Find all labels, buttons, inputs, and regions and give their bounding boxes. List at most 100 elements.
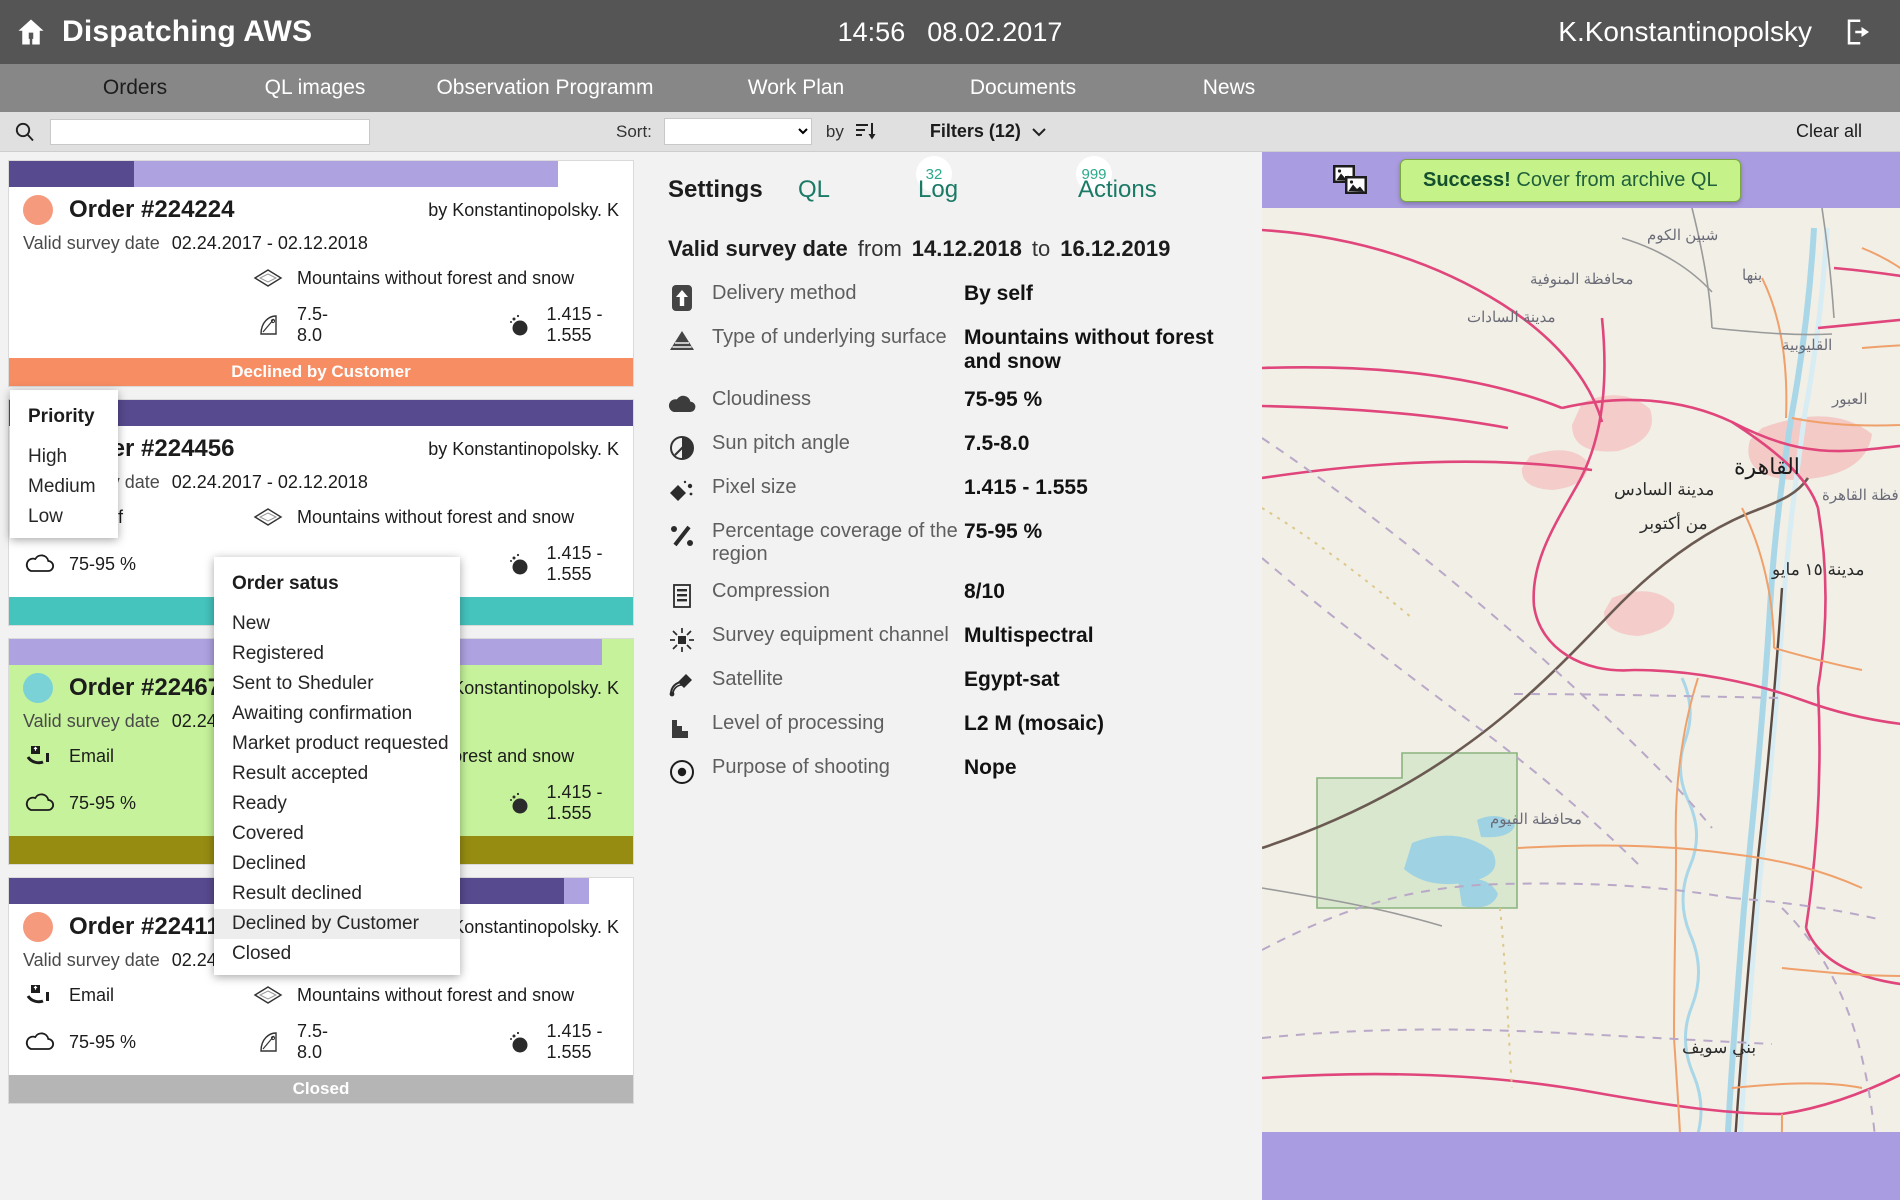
map-label: محافظة القاهرة (1822, 487, 1900, 504)
spec-label: Sun pitch angle (712, 432, 850, 455)
clock: 14:56 08.02.2017 (838, 17, 1063, 48)
order-sun-angle: 7.5-8.0 (251, 1021, 331, 1063)
status-menu-item-declined[interactable]: Declined (214, 849, 460, 879)
clock-time: 14:56 (837, 16, 906, 47)
spec-label: Purpose of shooting (712, 756, 890, 779)
order-sun-angle: 7.5-8.0 (251, 304, 331, 346)
order-surface: Mountains without forest and snow (251, 264, 619, 292)
cloud-icon (668, 388, 712, 418)
spec-row-percentage-coverage: Percentage coverage of the region 75-95 … (668, 520, 1262, 566)
nav-item-work-plan[interactable]: Work Plan (680, 64, 912, 112)
success-toast: Success! Cover from archive QL (1400, 158, 1741, 202)
filters-button[interactable]: Filters (12) (930, 121, 1047, 142)
map-label: شبين الكوم (1647, 227, 1719, 244)
order-date-label: Valid survey date (23, 711, 160, 731)
order-sun-angle-value: 7.5-8.0 (297, 1021, 329, 1062)
spec-label: Level of processing (712, 712, 885, 735)
status-menu-item-awaiting-confirmation[interactable]: Awaiting confirmation (214, 699, 460, 729)
pixel-size-icon (501, 1028, 535, 1056)
status-menu-item-covered[interactable]: Covered (214, 819, 460, 849)
map-canvas[interactable]: الزرقاء شبين الكوم محافظة المنوفية بنها … (1262, 208, 1900, 1132)
order-date-label: Valid survey date (23, 233, 160, 253)
valid-to-value[interactable]: 16.12.2019 (1060, 236, 1170, 262)
order-status-label: Declined by Customer (231, 362, 411, 381)
tab-actions[interactable]: Actions (1078, 176, 1157, 204)
images-icon[interactable] (1330, 162, 1372, 198)
spec-row-satellite: Satellite Egypt-sat (668, 668, 1262, 698)
priority-menu-item-medium[interactable]: Medium (10, 472, 118, 502)
spec-row-survey-equipment-channel: Survey equipment channel Multispectral (668, 624, 1262, 654)
status-menu-item-declined-by-customer[interactable]: Declined by Customer (214, 909, 460, 939)
spec-row-surface-type: Type of underlying surface Mountains wit… (668, 326, 1262, 374)
spec-label: Compression (712, 580, 830, 603)
priority-dot[interactable] (23, 673, 53, 703)
valid-from-keyword: from (857, 236, 902, 261)
nav-item-observation-programm[interactable]: Observation Programm (410, 64, 680, 112)
user-name[interactable]: K.Konstantinopolsky (1558, 16, 1812, 48)
map-label: مدينة السادس (1614, 480, 1715, 499)
status-menu-item-market-product-requested[interactable]: Market product requested (214, 729, 460, 759)
logout-icon[interactable] (1842, 15, 1876, 49)
status-menu-item-registered[interactable]: Registered (214, 639, 460, 669)
nav-item-documents[interactable]: Documents (912, 64, 1134, 112)
order-delivery-value: Email (69, 745, 115, 766)
nav-label: Documents (969, 76, 1077, 99)
filter-toolbar: Sort: by Filters (12) Clear all (0, 112, 1900, 152)
tab-settings[interactable]: Settings (668, 176, 798, 204)
order-status-dropdown-menu[interactable]: Order satus New Registered Sent to Shedu… (214, 557, 460, 975)
spec-row-pixel-size: Pixel size 1.415 - 1.555 (668, 476, 1262, 506)
cloud-icon (23, 550, 57, 578)
status-menu-item-result-declined[interactable]: Result declined (214, 879, 460, 909)
spec-label: Survey equipment channel (712, 624, 949, 647)
tab-log[interactable]: Log 999 (918, 156, 1112, 204)
order-pixel-size-value: 1.415 - 1.555 (546, 1021, 603, 1062)
sort-descending-icon[interactable] (854, 120, 878, 144)
spec-row-level-of-processing: Level of processing L2 M (mosaic) (668, 712, 1262, 742)
order-status-bar[interactable]: Declined by Customer (9, 358, 633, 386)
map-label: محافظة الفيوم (1490, 811, 1582, 828)
order-status-label: Closed (292, 1079, 350, 1098)
priority-dot[interactable] (23, 912, 53, 942)
toast-bold-text: Success! (1423, 168, 1511, 191)
sort-select[interactable] (663, 118, 812, 145)
nav-item-orders[interactable]: Orders (50, 64, 220, 112)
clear-all-button[interactable]: Clear all (1796, 121, 1862, 142)
nav-item-ql-images[interactable]: QL images (220, 64, 410, 112)
priority-menu-item-high[interactable]: High (10, 442, 118, 472)
map-panel[interactable]: Success! Cover from archive QL شبين الكو… (1262, 152, 1900, 1200)
home-icon[interactable] (14, 15, 48, 49)
search-input[interactable] (50, 118, 370, 145)
order-status-bar[interactable]: Closed (9, 1075, 633, 1103)
priority-dot[interactable] (23, 195, 53, 225)
status-menu-item-ready[interactable]: Ready (214, 789, 460, 819)
nav-item-news[interactable]: News (1134, 64, 1324, 112)
spec-label: Pixel size (712, 476, 797, 499)
order-surface-value: Mountains without forest and snow (297, 506, 575, 527)
tab-label: Log (918, 176, 959, 203)
priority-menu-item-low[interactable]: Low (10, 502, 118, 532)
order-card[interactable]: Order #224224 by Konstantinopolsky. K Va… (8, 160, 634, 387)
order-pixel-size-value: 1.415 - 1.555 (546, 304, 603, 345)
sensor-icon (668, 624, 712, 654)
status-menu-item-sent-to-sheduler[interactable]: Sent to Sheduler (214, 669, 460, 699)
valid-from-value[interactable]: 14.12.2018 (912, 236, 1022, 262)
spec-label: Delivery method (712, 282, 857, 304)
map-label: مدينة ١٥ مايو (1772, 560, 1865, 579)
orders-list: Order #224224 by Konstantinopolsky. K Va… (0, 152, 642, 1200)
spec-value: Mountains without forest and snow (964, 326, 1214, 374)
spec-row-delivery-method: Delivery method By self (668, 282, 1262, 312)
status-menu-item-new[interactable]: New (214, 609, 460, 639)
filters-label: Filters (12) (929, 121, 1021, 141)
tab-ql[interactable]: QL 32 (798, 156, 952, 204)
priority-menu-title: Priority (28, 406, 95, 427)
priority-dropdown-menu[interactable]: Priority High Medium Low (10, 390, 118, 538)
chevron-down-icon (1032, 127, 1046, 136)
spec-list: Delivery method By self Type of underlyi… (668, 282, 1262, 786)
status-menu-item-result-accepted[interactable]: Result accepted (214, 759, 460, 789)
order-pixel-size: 1.415 - 1.555 (501, 782, 620, 824)
progress-segment-secondary (564, 878, 590, 904)
order-number: Order #224678 (69, 674, 235, 701)
status-menu-item-closed[interactable]: Closed (214, 939, 460, 969)
order-surface: Mountains without forest and snow (251, 503, 619, 531)
search-icon[interactable] (8, 120, 42, 144)
